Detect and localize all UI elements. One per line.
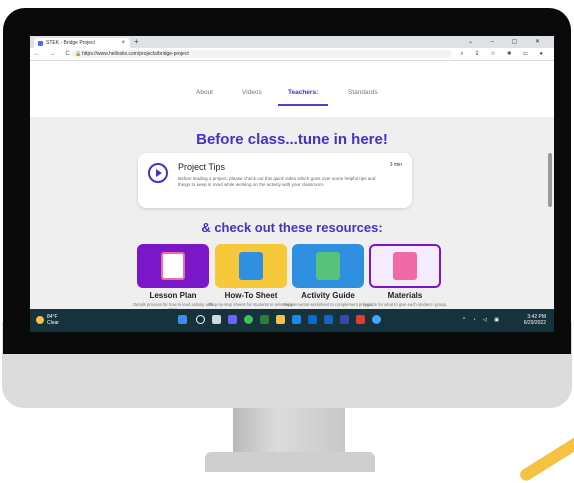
tab-close-button[interactable]: × (121, 38, 125, 48)
monitor-stand-base (205, 452, 375, 472)
clock-date: 6/29/2022 (523, 320, 546, 326)
page-tab-nav: About Videos Teachers: Standards (30, 61, 554, 117)
supplies-cup-icon (393, 252, 417, 280)
teams-icon[interactable] (340, 315, 349, 324)
file-explorer-icon[interactable] (276, 315, 285, 324)
video-duration: 3 min (389, 162, 402, 168)
browser-toolbar-icons[interactable]: ⌕ ⇪ ☆ ✱ ▭ ● (460, 48, 548, 60)
tab-teachers[interactable]: Teachers: (288, 89, 318, 96)
window-controls[interactable]: ⌄ – ▢ ✕ (468, 36, 548, 48)
map-icon (316, 252, 340, 280)
card-title: Project Tips (178, 162, 226, 172)
browser-tabbar: STEK - Bridge Project × + ⌄ – ▢ ✕ (30, 36, 554, 48)
start-icon[interactable] (178, 315, 187, 324)
how-to-sheet-tile[interactable] (215, 244, 287, 288)
app-icon[interactable] (260, 315, 269, 324)
task-view-icon[interactable] (212, 315, 221, 324)
clock[interactable]: 3:42 PM 6/29/2022 (524, 314, 546, 326)
url-text: https://www.hellostix.com/projects/bridg… (82, 51, 189, 57)
url-field[interactable]: 🔒 https://www.hellostix.com/projects/bri… (72, 50, 452, 58)
materials-title[interactable]: Materials (360, 291, 450, 300)
address-bar-row: ← → C 🔒 https://www.hellostix.com/projec… (30, 48, 554, 61)
page-scrollbar[interactable] (548, 153, 552, 207)
windows-taskbar: 84°F Clear ^ ◔ ◁ ▣ 3:42 PM 6/29/2022 (30, 309, 554, 332)
tab-videos[interactable]: Videos (242, 89, 262, 96)
active-tab-underline (278, 104, 328, 106)
lesson-plan-title[interactable]: Lesson Plan (128, 291, 218, 300)
weather-condition: Clear (47, 320, 59, 326)
card-description: Before leading a project, please check o… (178, 176, 376, 187)
lesson-plan-tile[interactable] (137, 244, 209, 288)
project-tips-card[interactable]: Project Tips Before leading a project, p… (138, 153, 412, 208)
system-tray-icons[interactable]: ^ ◔ ◁ ▣ (463, 317, 502, 323)
heading-resources: & check out these resources: (201, 220, 383, 235)
materials-tile[interactable] (369, 244, 441, 288)
activity-guide-tile[interactable] (292, 244, 364, 288)
web-page: About Videos Teachers: Standards Before … (30, 61, 554, 312)
materials-desc: A guide for what to give each student / … (362, 302, 448, 307)
tablet-icon (239, 252, 263, 280)
weather-sun-icon (36, 316, 44, 324)
clipboard-icon (161, 252, 185, 280)
tab-standards[interactable]: Standards (348, 89, 378, 96)
outlook-icon[interactable] (324, 315, 333, 324)
navigation-buttons[interactable]: ← → C (34, 48, 74, 60)
favicon-icon (38, 41, 43, 46)
lock-icon: 🔒 (75, 51, 82, 57)
new-tab-button[interactable]: + (134, 37, 139, 46)
tab-about[interactable]: About (196, 89, 213, 96)
tab-title: STEK - Bridge Project (46, 40, 95, 46)
store-icon[interactable] (308, 315, 317, 324)
chat-icon[interactable] (228, 315, 237, 324)
edge-icon[interactable] (292, 315, 301, 324)
browser-tab[interactable]: STEK - Bridge Project × (34, 38, 130, 48)
monitor-screen: STEK - Bridge Project × + ⌄ – ▢ ✕ ← → C … (30, 36, 554, 332)
app-red-icon[interactable] (356, 315, 365, 324)
search-icon[interactable] (196, 315, 205, 324)
yellow-accent-stroke (517, 409, 574, 483)
chrome-icon[interactable] (244, 315, 253, 324)
heading-before-class: Before class...tune in here! (196, 131, 388, 148)
app-blue-icon[interactable] (372, 315, 381, 324)
play-icon[interactable] (148, 163, 168, 183)
